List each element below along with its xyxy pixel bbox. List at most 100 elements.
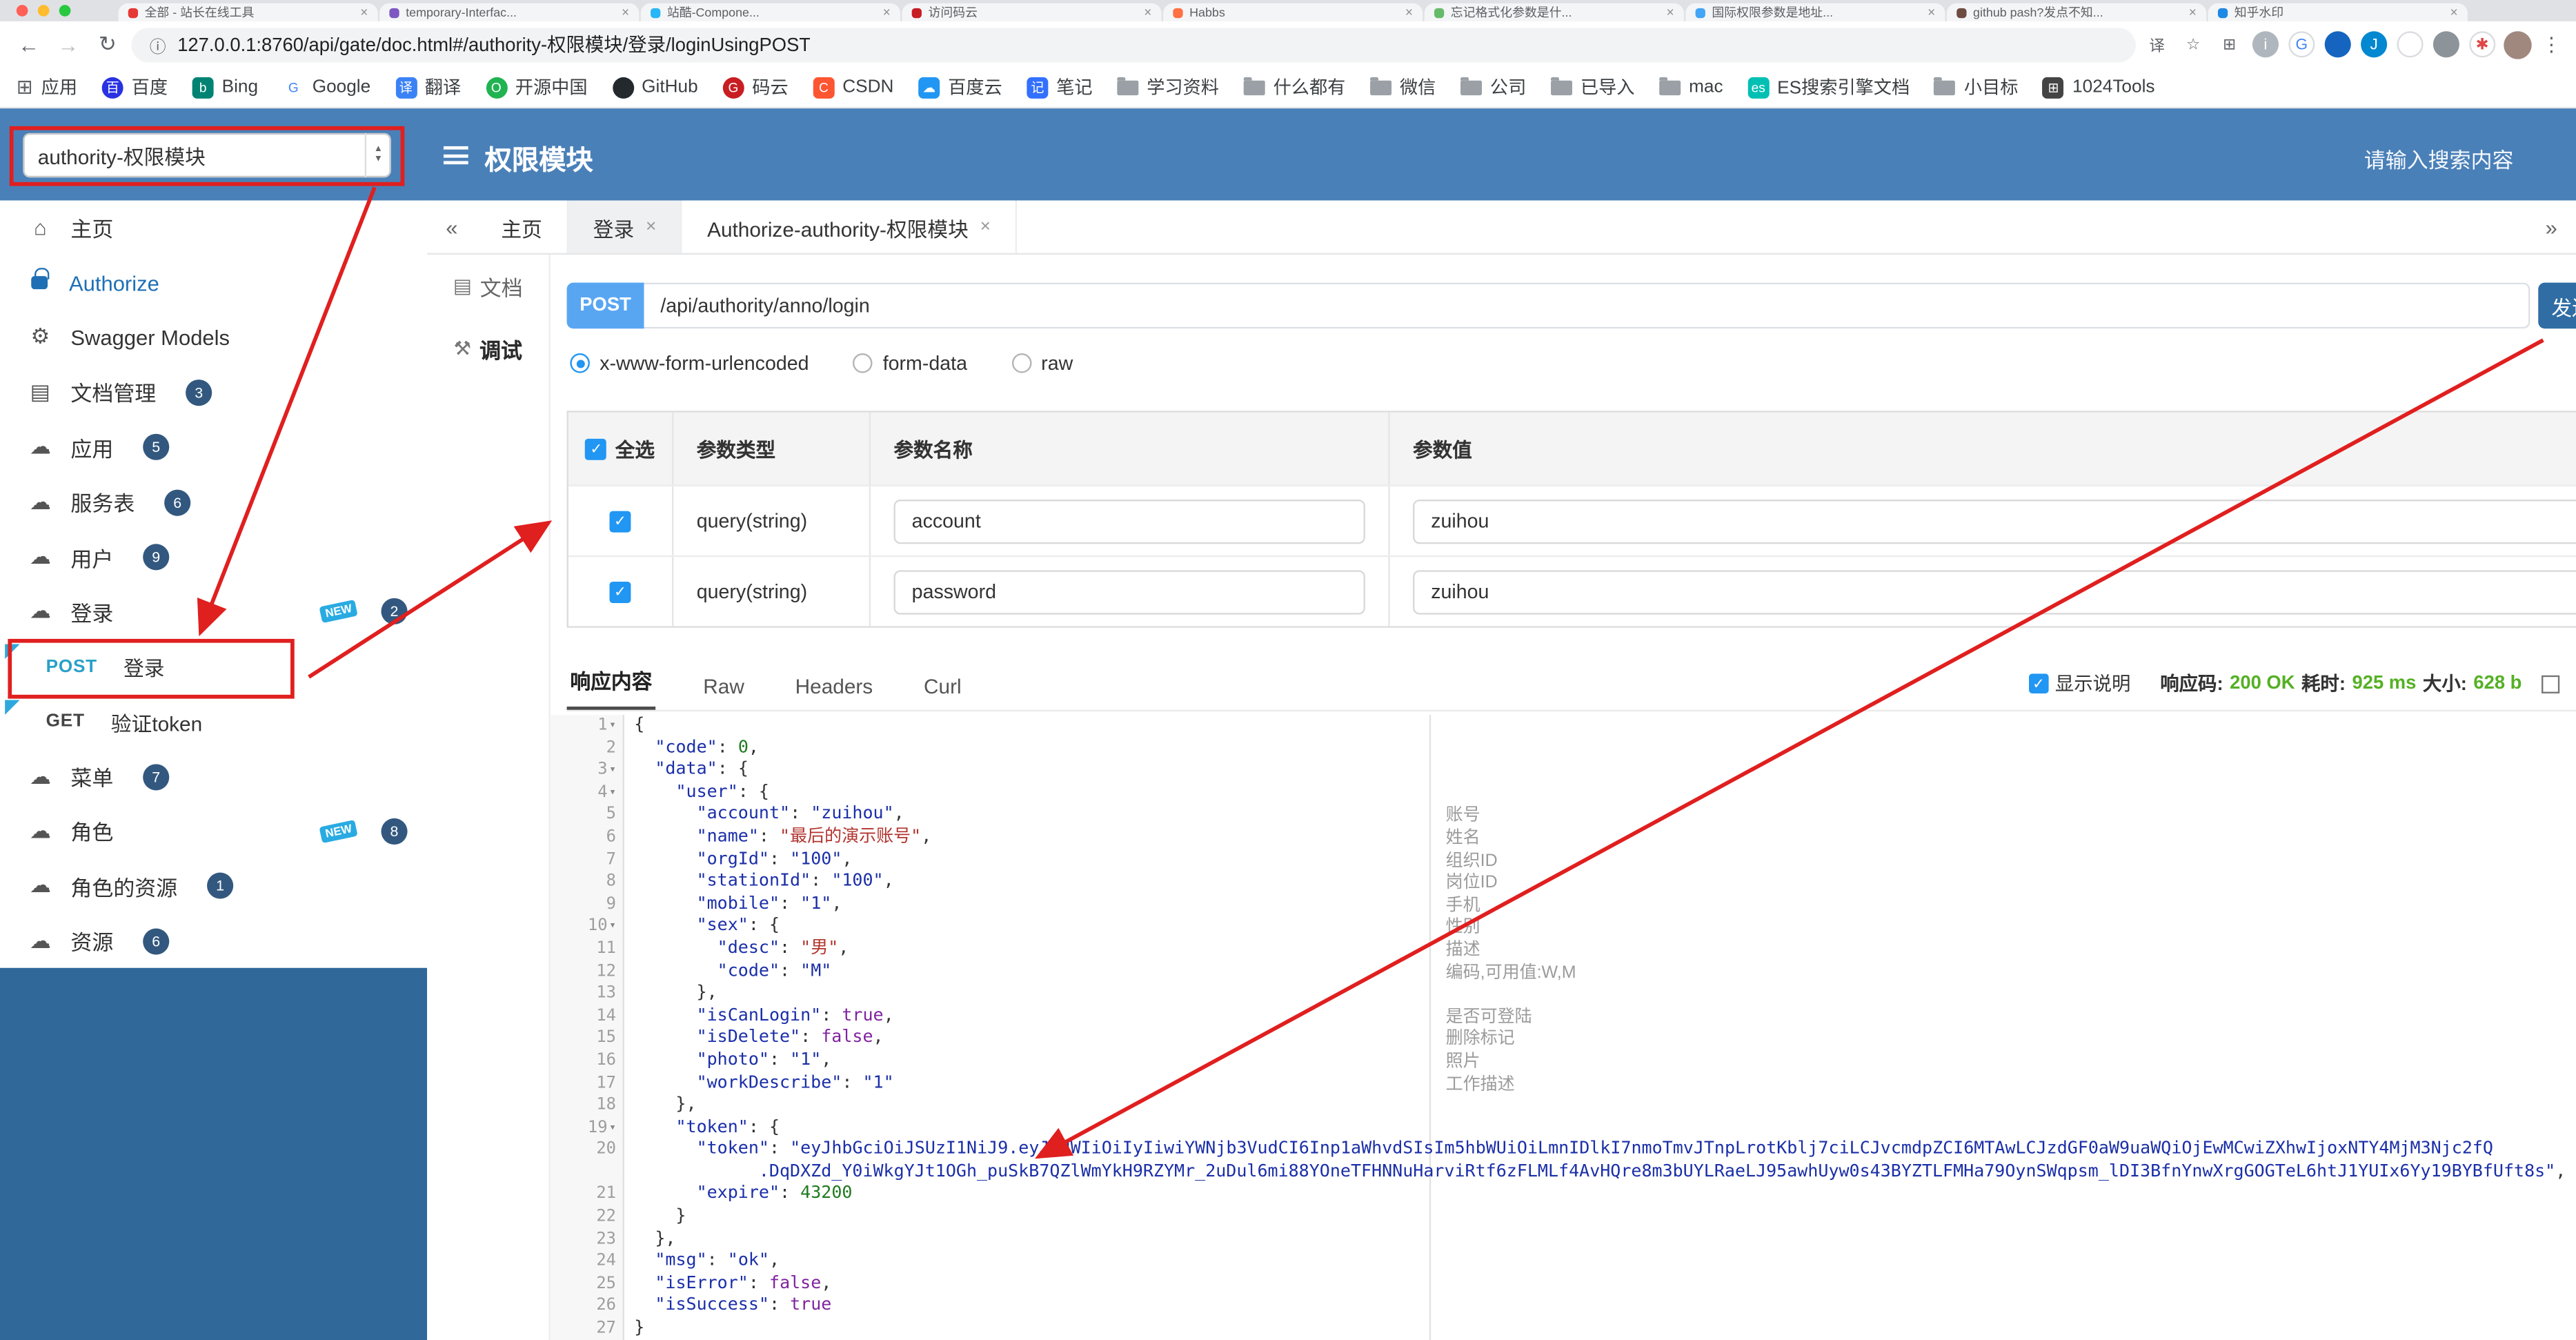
bookmark-item[interactable]: 记笔记 [1027,74,1093,100]
module-group-select[interactable]: authority-权限模块 ▲ ▼ [23,132,391,178]
sidebar-item[interactable]: ☁ 角色的资源 1 [0,858,428,914]
browser-tab[interactable]: 访问码云 × [902,3,1162,21]
bookmark-item[interactable]: b Bing [192,76,258,98]
request-path-input[interactable] [644,282,2530,329]
sidebar-api-post-登录[interactable]: POST 登录 [0,639,428,695]
extension-pin-icon[interactable]: ✱ [2469,31,2496,58]
param-value-input[interactable] [1413,569,2576,614]
page-info-icon[interactable]: ⓘ [150,32,166,57]
doc-mode-tab-文档[interactable]: ▤ 文档 [427,255,548,317]
extensions-grid-icon[interactable]: ⊞ [2217,31,2243,57]
tab-close-icon[interactable]: × [360,5,368,19]
bookmark-star-icon[interactable]: ☆ [2180,31,2206,57]
doc-mode-tab-调试[interactable]: ⚒ 调试 [427,317,548,380]
forward-icon[interactable]: → [52,32,83,57]
extension-jsp-icon[interactable]: J [2361,31,2388,58]
bookmark-item[interactable]: 小目标 [1934,74,2018,100]
tab-close-icon[interactable]: × [1144,5,1151,19]
bookmark-item[interactable]: es ES搜索引擎文档 [1747,74,1910,100]
browser-tab[interactable]: 国际权限参数是地址... × [1685,3,1945,21]
tab-close-icon[interactable]: × [2450,5,2457,19]
extension-icon[interactable] [2397,31,2424,58]
bookmark-item[interactable]: ⊞ 应用 [17,74,77,100]
sidebar-item[interactable]: ☁ 服务表 6 [0,475,428,530]
code-editor[interactable]: 1 ▾{2 "code": 0, 3 ▾ "data": {4 ▾ "user": {5… [550,714,2576,1340]
bookmark-item[interactable]: 公司 [1460,74,1526,100]
view-tab[interactable]: 主页 [477,200,569,253]
sidebar-item[interactable]: ⚙ Swagger Models [0,310,428,366]
response-tab[interactable]: 响应内容 [566,651,656,710]
tab-close-icon[interactable]: × [1928,5,1935,19]
row-checkbox[interactable]: ✓ [609,510,631,532]
sidebar-item[interactable]: ☁ 菜单 7 [0,749,428,805]
tab-close-icon[interactable]: × [622,5,629,19]
browser-tab[interactable]: 站酷-Compone... × [640,3,901,21]
browser-tab[interactable]: Habbs × [1163,3,1423,21]
bookmark-item[interactable]: O 开源中国 [485,74,588,100]
view-tab[interactable]: 登录 × [568,200,683,253]
bookmark-item[interactable]: 百百度 [101,74,168,100]
extension-shield-icon[interactable] [2433,31,2459,58]
sidebar-item[interactable]: ☁ 登录 NEW 2 [0,584,428,640]
fold-caret-icon[interactable]: ▾ [609,782,616,804]
fold-caret-icon[interactable]: ▾ [609,715,616,737]
tab-close-icon[interactable]: × [1405,5,1413,19]
bookmark-item[interactable]: 学习资料 [1117,74,1219,100]
sidebar-item[interactable]: ▤ 文档管理 3 [0,365,428,420]
tabs-next-icon[interactable]: » [2527,215,2576,239]
profile-avatar[interactable] [2504,30,2532,59]
bookmark-item[interactable]: ☁ 百度云 [918,74,1002,100]
row-checkbox[interactable]: ✓ [609,580,631,602]
bookmark-item[interactable]: 译翻译 [395,74,461,100]
param-name-input[interactable] [893,569,1365,614]
extension-info-icon[interactable]: i [2252,31,2279,58]
back-icon[interactable]: ← [13,32,44,57]
window-control-dot[interactable] [16,5,28,17]
response-tab[interactable]: Headers [792,662,876,710]
header-search-placeholder[interactable]: 请输入搜索内容 [2364,143,2514,174]
tab-close-icon[interactable]: × [2189,5,2197,19]
send-button[interactable]: 发送 [2538,282,2576,329]
bookmark-item[interactable]: mac [1659,76,1723,97]
fold-caret-icon[interactable]: ▾ [609,1117,616,1139]
window-control-dot[interactable] [37,5,50,17]
content-type-radio[interactable]: raw [1011,352,1073,375]
browser-tab[interactable]: 全部 - 站长在线工具 × [118,3,378,21]
sidebar-item[interactable]: ☁ 用户 9 [0,529,428,585]
bookmark-item[interactable]: 什么都有 [1243,74,1345,100]
sidebar-item[interactable]: ☁ 角色 NEW 8 [0,804,428,859]
reload-icon[interactable]: ↻ [92,31,123,57]
content-type-radio[interactable]: x-www-form-urlencoded [570,352,809,375]
param-name-input[interactable] [893,498,1365,544]
extension-google-icon[interactable]: G [2288,31,2315,58]
bookmark-item[interactable]: G 码云 [722,74,789,100]
sidebar-api-get-验证token[interactable]: GET 验证token [0,694,428,749]
bookmark-item[interactable]: 微信 [1370,74,1436,100]
bookmark-item[interactable]: C CSDN [813,76,893,98]
sidebar-item[interactable]: ☁ 资源 6 [0,914,428,969]
fullscreen-icon[interactable] [2542,674,2560,693]
fold-caret-icon[interactable]: ▾ [609,916,616,938]
sidebar-item[interactable]: ☁ 应用 5 [0,420,428,475]
response-tab[interactable]: Raw [700,662,748,710]
fold-caret-icon[interactable]: ▾ [609,760,616,782]
bookmark-item[interactable]: G Google [282,76,370,98]
show-description-checkbox[interactable]: ✓ [2028,673,2049,693]
tabs-prev-icon[interactable]: « [427,215,476,239]
window-control-dot[interactable] [59,5,71,17]
translate-icon[interactable]: 译 [2144,31,2170,57]
close-tab-icon[interactable]: × [646,217,656,237]
close-tab-icon[interactable]: × [980,217,991,237]
param-value-input[interactable] [1413,498,2576,544]
tab-close-icon[interactable]: × [1667,5,1674,19]
hamburger-menu-icon[interactable] [443,146,468,165]
browser-tab[interactable]: github pash?发点不知... × [1946,3,2207,21]
browser-tab[interactable]: 忘记格式化参数是什... × [1424,3,1684,21]
select-all-checkbox[interactable]: ✓ [585,437,607,460]
bookmark-item[interactable]: ⊞ 1024Tools [2043,76,2155,98]
sidebar-item[interactable]: ⌂ 主页 [0,200,428,256]
browser-tab[interactable]: 知乎水印 × [2208,3,2468,21]
response-tab[interactable]: Curl [920,662,964,710]
content-type-radio[interactable]: form-data [853,352,967,375]
view-tab[interactable]: Authorize-authority-权限模块 × [682,200,1018,253]
